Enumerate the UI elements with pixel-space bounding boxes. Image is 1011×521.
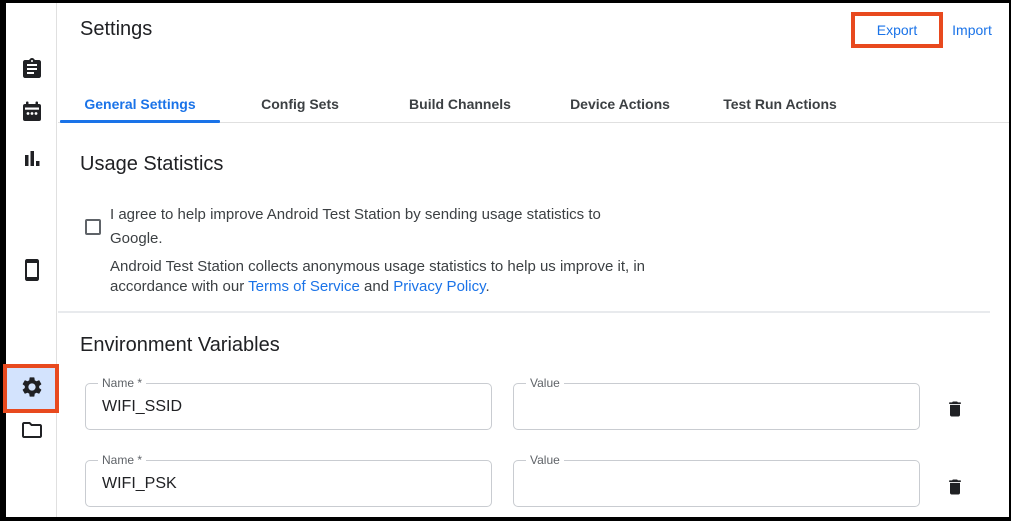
- env-var-value-field: Value: [513, 383, 920, 430]
- sidebar: [6, 3, 57, 517]
- assignment-icon: [20, 57, 44, 86]
- folder-icon: [20, 418, 44, 447]
- import-button[interactable]: Import: [942, 22, 1002, 38]
- section-divider: [58, 311, 990, 313]
- terms-of-service-link[interactable]: Terms of Service: [248, 278, 360, 295]
- usage-statistics-description: Android Test Station collects anonymous …: [110, 257, 705, 297]
- usage-statistics-checkbox-label: I agree to help improve Android Test Sta…: [110, 203, 655, 251]
- smartphone-icon: [20, 258, 44, 287]
- active-tab-indicator: [60, 120, 220, 123]
- sidebar-item-files[interactable]: [19, 419, 45, 445]
- delete-env-var-button[interactable]: [944, 400, 966, 422]
- sidebar-item-reports[interactable]: [19, 147, 45, 173]
- tab-general-settings[interactable]: General Settings: [60, 85, 220, 122]
- sidebar-item-test-suites[interactable]: [19, 58, 45, 84]
- env-var-value-field: Value: [513, 460, 920, 507]
- env-var-name-input[interactable]: [86, 461, 491, 506]
- calendar-icon: [20, 100, 44, 129]
- env-var-name-field: Name *: [85, 383, 492, 430]
- page-title: Settings: [80, 18, 152, 41]
- env-var-value-input[interactable]: [514, 384, 919, 429]
- annotation-export-highlight: Export: [851, 12, 943, 48]
- delete-env-var-button[interactable]: [944, 478, 966, 500]
- sidebar-item-schedule[interactable]: [19, 101, 45, 127]
- environment-variables-heading: Environment Variables: [80, 334, 280, 357]
- env-var-value-input[interactable]: [514, 461, 919, 506]
- export-button[interactable]: Export: [877, 22, 917, 38]
- description-text: .: [485, 278, 489, 295]
- usage-statistics-heading: Usage Statistics: [80, 153, 223, 176]
- tab-device-actions[interactable]: Device Actions: [540, 85, 700, 122]
- bar-chart-icon: [20, 146, 44, 175]
- trash-icon: [945, 477, 965, 502]
- description-text: and: [360, 278, 393, 295]
- sidebar-item-devices[interactable]: [19, 259, 45, 285]
- tab-config-sets[interactable]: Config Sets: [220, 85, 380, 122]
- env-var-name-field: Name *: [85, 460, 492, 507]
- env-var-name-input[interactable]: [86, 384, 491, 429]
- sidebar-item-settings[interactable]: [19, 376, 45, 402]
- settings-gear-icon: [20, 375, 44, 404]
- privacy-policy-link[interactable]: Privacy Policy: [393, 278, 485, 295]
- trash-icon: [945, 399, 965, 424]
- tab-test-run-actions[interactable]: Test Run Actions: [700, 85, 860, 122]
- android-test-station-window: Settings Export Import General Settings …: [6, 3, 1009, 517]
- usage-statistics-checkbox[interactable]: [85, 219, 101, 235]
- tab-build-channels[interactable]: Build Channels: [380, 85, 540, 122]
